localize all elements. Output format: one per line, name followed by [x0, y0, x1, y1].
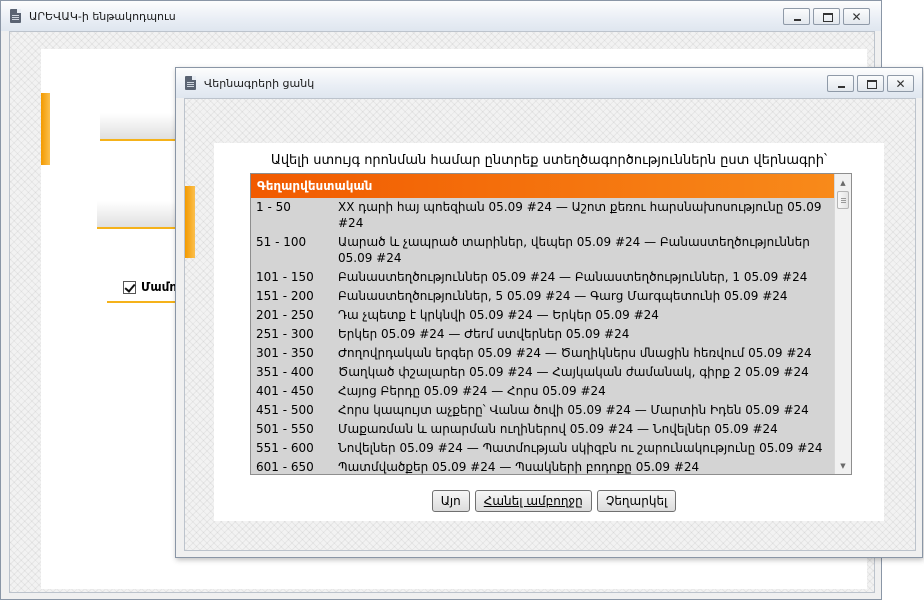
list-item-titles: Դա չպետք է կրկնվի 05.09 #24 — Երկեր 05.0…: [338, 308, 659, 322]
list-item[interactable]: 51 - 100 Աարած և չապրած տարիներ, վեպեր 05…: [251, 233, 834, 268]
list-item[interactable]: 401 - 450 Հայոց Բերդը 05.09 #24 — Հորս 05…: [251, 382, 834, 401]
scroll-down-icon[interactable]: ▼: [835, 457, 851, 474]
ok-button[interactable]: Այո: [431, 490, 470, 512]
dialog-title-bar[interactable]: Վերնագրերի ցանկ ✕: [176, 68, 922, 98]
dialog-close-button[interactable]: ✕: [887, 75, 914, 92]
dialog-title: Վերնագրերի ցանկ: [204, 77, 315, 90]
close-icon: ✕: [895, 76, 906, 91]
list-item-titles: Ժողովրդական երգեր 05.09 #24 — Ծաղիկներս …: [338, 346, 812, 360]
list-item[interactable]: 301 - 350 Ժողովրդական երգեր 05.09 #24 — Ծ…: [251, 344, 834, 363]
close-button[interactable]: ✕: [843, 8, 870, 25]
list-item-range: 151 - 200: [256, 289, 314, 303]
close-icon: ✕: [851, 9, 862, 24]
dialog-button-bar: Այո Հանել ամբողջը Չեղարկել: [214, 490, 884, 512]
list-item-titles: Երկեր 05.09 #24 — Ժեrմ ստվերներ 05.09 #2…: [338, 327, 630, 341]
main-title-bar[interactable]: ԱՐԵՎԱԿ-ի ենթակոդպուս ✕: [1, 1, 881, 31]
list-item-titles: Մաքառման և արարման ուղիներով 05.09 #24 —…: [338, 422, 778, 436]
titles-listbox[interactable]: Գեղարվեստական 1 - 50 XX դարի հայ պոեզիան …: [250, 173, 852, 475]
list-item-titles: Ծաղկած փշալարեր 05.09 #24 — Հայկական ժամ…: [338, 365, 809, 379]
list-item-titles: Պատմվածքեր 05.09 #24 — Պսակների բոդոքը 0…: [338, 460, 700, 474]
list-item-range: 501 - 550: [256, 422, 314, 436]
dialog-prompt: Ավելի ստույգ որոնման համար ընտրեք ստեղծա…: [270, 153, 828, 168]
list-item[interactable]: 151 - 200 Բանաստեղծություններ, 5 05.09 #2…: [251, 287, 834, 306]
document-icon: [10, 9, 21, 23]
titles-dialog: Վերնագրերի ցանկ ✕ Ավելի ստույգ որոնման հ…: [175, 67, 923, 558]
list-item-range: 1 - 50: [256, 200, 291, 214]
cancel-button[interactable]: Չեղարկել: [596, 490, 677, 512]
list-item-titles: XX դարի հայ պոեզիան 05.09 #24 — Աշոտ քեռ…: [338, 200, 822, 230]
list-item[interactable]: 201 - 250 Դա չպետք է կրկնվի 05.09 #24 — Ե…: [251, 306, 834, 325]
list-item-range: 401 - 450: [256, 384, 314, 398]
minimize-button[interactable]: [783, 8, 810, 25]
dialog-content-panel: Ավելի ստույգ որոնման համար ընտրեք ստեղծա…: [185, 143, 884, 521]
list-item-range: 301 - 350: [256, 346, 314, 360]
list-item[interactable]: 101 - 150 Բանաստեղծություններ 05.09 #24 —…: [251, 268, 834, 287]
list-item-range: 101 - 150: [256, 270, 314, 284]
list-item-range: 251 - 300: [256, 327, 314, 341]
list-item-range: 201 - 250: [256, 308, 314, 322]
dialog-client-area: Ավելի ստույգ որոնման համար ընտրեք ստեղծա…: [184, 98, 916, 551]
scroll-thumb[interactable]: [837, 191, 849, 209]
list-item[interactable]: 351 - 400 Ծաղկած փշալարեր 05.09 #24 — Հայ…: [251, 363, 834, 382]
list-item-range: 601 - 650: [256, 460, 314, 474]
orange-accent-strip: [41, 93, 50, 165]
list-item[interactable]: 501 - 550 Մաքառման և արարման ուղիներով 05…: [251, 420, 834, 439]
select-all-button[interactable]: Հանել ամբողջը: [474, 490, 592, 512]
press-checkbox[interactable]: [123, 280, 136, 294]
list-item[interactable]: 551 - 600 Նովելներ 05.09 #24 — Պատմության…: [251, 439, 834, 458]
list-icon: [185, 76, 196, 90]
list-item-titles: Հորս կապույտ աչքերը՝ Վանա ծովի 05.09 #24…: [338, 403, 809, 417]
dialog-minimize-button[interactable]: [827, 75, 854, 92]
list-item-titles: Աարած և չապրած տարիներ, վեպեր 05.09 #24 …: [338, 235, 810, 265]
maximize-button[interactable]: [813, 8, 840, 25]
scroll-up-icon[interactable]: ▲: [835, 174, 851, 191]
main-window-title: ԱՐԵՎԱԿ-ի ենթակոդպուս: [29, 10, 176, 23]
list-item-range: 51 - 100: [256, 235, 307, 249]
list-item-titles: Հայոց Բերդը 05.09 #24 — Հորս 05.09 #24: [338, 384, 606, 398]
list-item-titles: Բանաստեղծություններ 05.09 #24 — Բանաստեղ…: [338, 270, 808, 284]
titles-list: 1 - 50 XX դարի հայ պոեզիան 05.09 #24 — Աշ…: [251, 198, 834, 474]
list-group-header[interactable]: Գեղարվեստական: [251, 174, 834, 198]
list-item-range: 451 - 500: [256, 403, 314, 417]
list-scrollbar[interactable]: ▲ ▼: [834, 174, 851, 474]
list-item-range: 351 - 400: [256, 365, 314, 379]
list-item-titles: Բանաստեղծություններ, 5 05.09 #24 — Գաrց …: [338, 289, 788, 303]
dialog-maximize-button[interactable]: [857, 75, 884, 92]
orange-accent-strip: [185, 186, 195, 258]
list-item[interactable]: 451 - 500 Հորս կապույտ աչքերը՝ Վանա ծովի …: [251, 401, 834, 420]
list-item-titles: Նովելներ 05.09 #24 — Պատմության սկիզբն ո…: [338, 441, 823, 455]
list-item-range: 551 - 600: [256, 441, 314, 455]
list-item[interactable]: 601 - 650 Պատմվածքեր 05.09 #24 — Պսակների…: [251, 458, 834, 474]
list-item[interactable]: 1 - 50 XX դարի հայ պոեզիան 05.09 #24 — Աշ…: [251, 198, 834, 233]
list-item[interactable]: 251 - 300 Երկեր 05.09 #24 — Ժեrմ ստվերներ…: [251, 325, 834, 344]
